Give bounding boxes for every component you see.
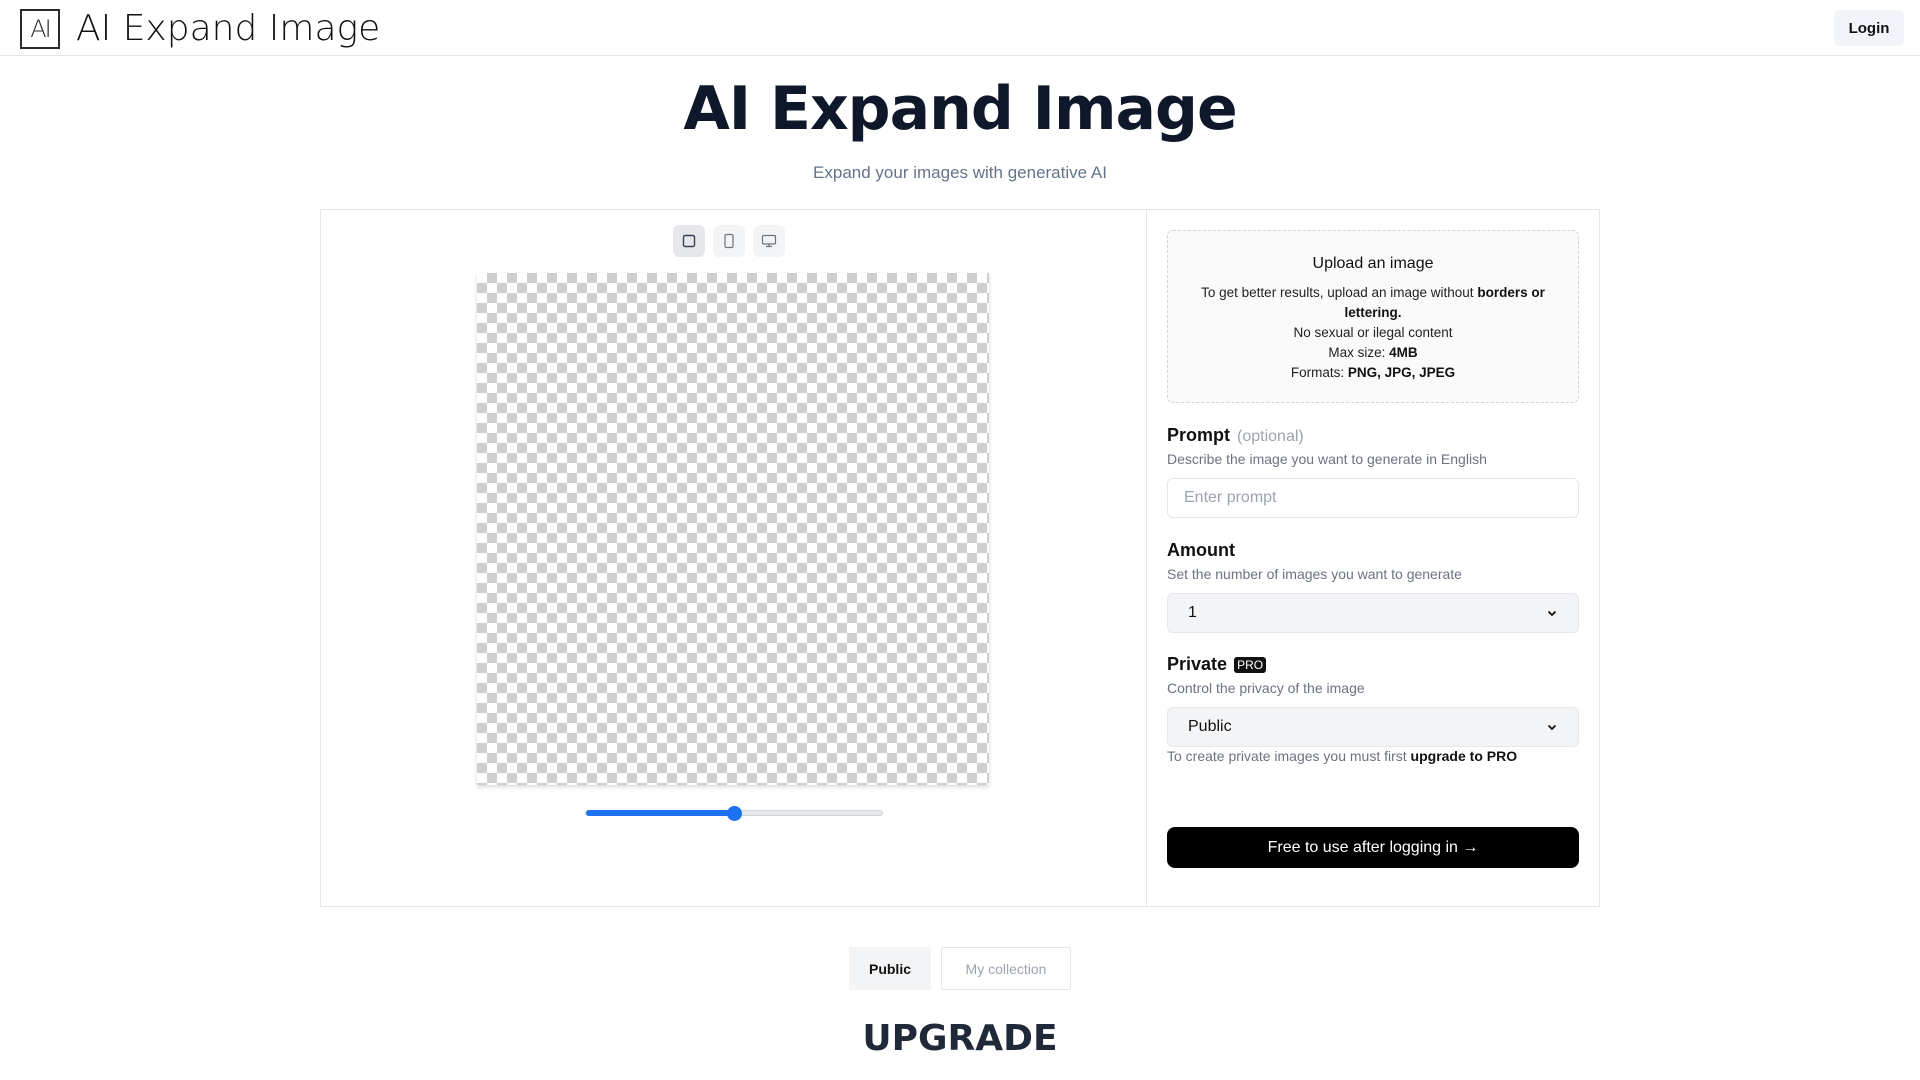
image-preview-pane: [321, 210, 1147, 906]
upgrade-link[interactable]: upgrade to PRO: [1411, 748, 1518, 764]
upgrade-heading: UPGRADE: [862, 1018, 1058, 1059]
prompt-label: Prompt (optional): [1167, 425, 1304, 445]
portrait-icon: [724, 233, 734, 249]
page-subtitle: Expand your images with generative AI: [813, 163, 1107, 182]
editor-card: Upload an image To get better results, u…: [320, 209, 1600, 907]
privacy-select[interactable]: Public: [1167, 707, 1579, 747]
ratio-square-button[interactable]: [673, 225, 705, 257]
page-title: AI Expand Image: [683, 74, 1237, 144]
logo-icon[interactable]: AI: [20, 9, 60, 49]
prompt-optional-tag: (optional): [1237, 428, 1304, 445]
tab-my-collection[interactable]: My collection: [941, 947, 1071, 990]
prompt-input[interactable]: [1167, 478, 1579, 518]
brand-name[interactable]: AI Expand Image: [76, 8, 380, 49]
private-description: Control the privacy of the image: [1167, 680, 1365, 696]
chevron-down-icon: [1547, 610, 1557, 617]
amount-label: Amount: [1167, 540, 1235, 560]
logo-text: AI: [30, 15, 51, 43]
upload-formats: Formats: PNG, JPG, JPEG: [1290, 365, 1456, 380]
login-button[interactable]: Login: [1834, 10, 1904, 46]
tab-public[interactable]: Public: [849, 947, 931, 990]
amount-selected-value: 1: [1188, 604, 1197, 621]
ratio-portrait-button[interactable]: [713, 225, 745, 257]
pro-badge: PRO: [1234, 657, 1267, 674]
privacy-selected-value: Public: [1188, 718, 1232, 735]
private-label: Private PRO: [1167, 654, 1267, 675]
amount-description: Set the number of images you want to gen…: [1167, 566, 1462, 582]
upload-max-size: Max size: 4MB: [1328, 345, 1418, 360]
settings-pane: Upload an image To get better results, u…: [1147, 210, 1599, 906]
top-navbar: AI AI Expand Image Login: [0, 0, 1920, 56]
ratio-landscape-button[interactable]: [753, 225, 785, 257]
upload-content-rule: No sexual or ilegal content: [1293, 325, 1453, 340]
monitor-icon: [761, 234, 777, 248]
upgrade-hint: To create private images you must first …: [1167, 748, 1518, 764]
image-canvas[interactable]: [477, 273, 989, 785]
upload-title: Upload an image: [1312, 255, 1434, 272]
square-icon: [682, 234, 696, 248]
zoom-slider[interactable]: [585, 806, 883, 821]
generate-button[interactable]: Free to use after logging in →: [1167, 827, 1579, 868]
zoom-slider-fill: [586, 810, 734, 816]
upload-tip: To get better results, upload an image w…: [1201, 285, 1545, 320]
chevron-down-icon: [1547, 724, 1557, 731]
amount-select[interactable]: 1: [1167, 593, 1579, 633]
upload-dropzone[interactable]: Upload an image To get better results, u…: [1167, 230, 1579, 403]
prompt-description: Describe the image you want to generate …: [1167, 451, 1487, 467]
zoom-slider-thumb[interactable]: [727, 806, 742, 821]
